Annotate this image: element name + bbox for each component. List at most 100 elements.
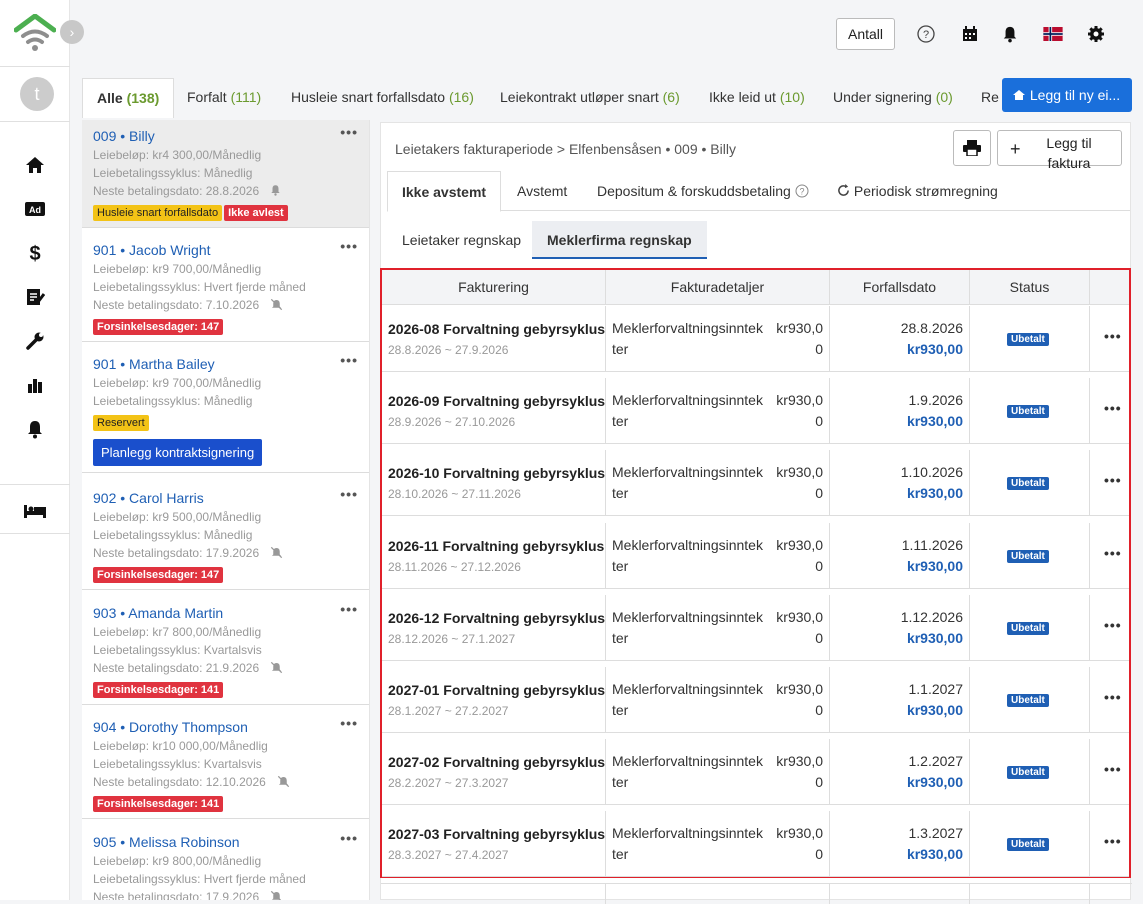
avatar[interactable]: t xyxy=(20,77,54,111)
invoice-period: 28.11.2026 ~ 27.12.2026 xyxy=(388,559,521,574)
more-options-icon[interactable]: ••• xyxy=(1104,689,1122,705)
invoice-cell: 2027-02 Forvaltning gebyrsyklus 28.2.2027… xyxy=(382,739,606,806)
logo-icon[interactable] xyxy=(13,13,57,52)
table-row[interactable]: 2026-11 Forvaltning gebyrsyklus 28.11.202… xyxy=(382,522,1129,589)
tenant-card[interactable]: 903 • Amanda Martin ••• Leiebeløp: kr7 800… xyxy=(82,597,369,705)
due-date: 1.1.2027 xyxy=(908,681,964,697)
dollar-icon[interactable]: $ xyxy=(22,240,48,266)
bed-icon[interactable] xyxy=(22,498,48,524)
tenant-name[interactable]: 901 • Jacob Wright xyxy=(93,240,359,260)
more-options-icon[interactable]: ••• xyxy=(340,486,358,502)
tab-alle[interactable]: Alle (138) xyxy=(82,78,175,118)
status-badge: Ubetalt xyxy=(1007,477,1049,491)
ad-icon[interactable]: Ad xyxy=(22,196,48,222)
tab-leiekontrakt-utloper[interactable]: Leiekontrakt utløper snart (6) xyxy=(500,78,680,118)
invoice-cell: 2026-12 Forvaltning gebyrsyklus 28.12.202… xyxy=(382,594,606,661)
tab-ikke-leid-ut[interactable]: Ikke leid ut (10) xyxy=(709,78,805,118)
add-invoice-button[interactable]: + Legg til faktura xyxy=(997,130,1122,171)
detail-amount-cont: 0 xyxy=(815,557,823,574)
tab-periodisk-stromregning[interactable]: Periodisk strømregning xyxy=(837,171,998,211)
details-cell: Meklerforvaltningsinntek ter kr930,0 0 xyxy=(606,450,830,517)
notification-bell-icon[interactable] xyxy=(1000,24,1020,44)
more-options-icon[interactable]: ••• xyxy=(340,238,358,254)
divider xyxy=(0,66,70,67)
more-options-icon[interactable]: ••• xyxy=(1104,617,1122,633)
gear-icon[interactable] xyxy=(1086,24,1106,44)
tab-meklerfirma-regnskap[interactable]: Meklerfirma regnskap xyxy=(532,221,707,259)
invoice-title: 2027-03 Forvaltning gebyrsyklus xyxy=(388,826,606,843)
due-cell: 1.11.2026 kr930,00 xyxy=(830,522,970,589)
print-button[interactable] xyxy=(953,130,991,166)
table-row[interactable]: 2026-10 Forvaltning gebyrsyklus 28.10.202… xyxy=(382,450,1129,517)
tenant-card[interactable]: 902 • Carol Harris ••• Leiebeløp: kr9 500,… xyxy=(82,482,369,590)
more-options-icon[interactable]: ••• xyxy=(340,124,358,140)
due-cell: 1.10.2026 kr930,00 xyxy=(830,450,970,517)
due-amount: kr930,00 xyxy=(906,629,963,646)
detail-label-cont: ter xyxy=(612,846,629,863)
due-date: 1.2.2027 xyxy=(908,753,964,770)
more-options-icon[interactable]: ••• xyxy=(340,830,358,846)
tenant-card[interactable]: 009 • Billy ••• Leiebeløp: kr4 300,00/Måne… xyxy=(82,120,369,228)
table-row[interactable]: 2027-01 Forvaltning gebyrsyklus 28.1.2027… xyxy=(382,667,1129,733)
due-cell: 1.12.2026 kr930,00 xyxy=(830,594,970,661)
antall-button[interactable]: Antall xyxy=(836,18,895,50)
more-options-icon[interactable]: ••• xyxy=(340,601,358,617)
tab-ikke-avstemt[interactable]: Ikke avstemt xyxy=(387,171,502,212)
tenant-card[interactable]: 905 • Melissa Robinson ••• Leiebeløp: kr9 … xyxy=(82,826,369,900)
add-new-tenant-button[interactable]: Legg til ny ei... xyxy=(1002,78,1132,112)
table-row[interactable]: 2026-12 Forvaltning gebyrsyklus 28.12.202… xyxy=(382,594,1129,661)
more-options-icon[interactable]: ••• xyxy=(1104,833,1122,849)
tab-depositum[interactable]: Depositum & forskuddsbetaling ? xyxy=(597,171,809,211)
due-cell: 1.3.2027 kr930,00 xyxy=(830,811,970,878)
table-row[interactable]: 2027-02 Forvaltning gebyrsyklus 28.2.2027… xyxy=(382,739,1129,806)
tab-count: (6) xyxy=(662,89,680,105)
bar-chart-icon[interactable] xyxy=(22,372,48,398)
more-options-icon[interactable]: ••• xyxy=(340,715,358,731)
tab-truncated[interactable]: Re xyxy=(981,78,999,118)
contract-icon[interactable] xyxy=(22,284,48,310)
more-options-icon[interactable]: ••• xyxy=(1104,400,1122,416)
tab-husleie-snart[interactable]: Husleie snart forfallsdato (16) xyxy=(291,78,474,118)
tenant-name[interactable]: 904 • Dorothy Thompson xyxy=(93,717,359,737)
more-options-icon[interactable]: ••• xyxy=(1104,328,1122,344)
tenant-name[interactable]: 903 • Amanda Martin xyxy=(93,603,359,623)
more-options-icon[interactable]: ••• xyxy=(1104,472,1122,488)
tenant-name[interactable]: 905 • Melissa Robinson xyxy=(93,832,359,852)
status-badge: Reservert xyxy=(93,415,149,431)
tenant-card[interactable]: 901 • Jacob Wright ••• Leiebeløp: kr9 700,… xyxy=(82,234,369,342)
more-options-icon[interactable]: ••• xyxy=(340,352,358,368)
invoice-period: 28.9.2026 ~ 27.10.2026 xyxy=(388,415,516,430)
divider xyxy=(0,484,70,485)
tab-avstemt[interactable]: Avstemt xyxy=(517,171,567,211)
detail-label-cont: ter xyxy=(612,341,629,357)
invoice-period: 28.12.2026 ~ 27.1.2027 xyxy=(388,631,516,646)
tenant-name-text: Carol Harris xyxy=(129,490,204,506)
tenant-card[interactable]: 904 • Dorothy Thompson ••• Leiebeløp: kr10… xyxy=(82,711,369,819)
tab-count: (138) xyxy=(126,90,160,106)
tab-forfalt[interactable]: Forfalt (111) xyxy=(187,78,261,118)
plan-contract-signing-button[interactable]: Planlegg kontraktsignering xyxy=(93,439,263,466)
table-row[interactable]: 2026-08 Forvaltning gebyrsyklus 28.8.2026… xyxy=(382,306,1129,372)
tenant-card[interactable]: 901 • Martha Bailey ••• Leiebeløp: kr9 700… xyxy=(82,348,369,473)
due-cell: 28.8.2026 kr930,00 xyxy=(830,306,970,372)
help-icon[interactable]: ? xyxy=(916,24,936,44)
tab-leietaker-regnskap[interactable]: Leietaker regnskap xyxy=(387,221,536,259)
home-icon[interactable] xyxy=(22,152,48,178)
invoice-period: 28.3.2027 ~ 27.4.2027 xyxy=(388,848,509,863)
table-row[interactable]: 2026-09 Forvaltning gebyrsyklus 28.9.2026… xyxy=(382,378,1129,445)
details-cell: Meklerforvaltningsinntek ter kr930,0 0 xyxy=(606,378,830,445)
table-row[interactable]: 2027-03 Forvaltning gebyrsyklus 28.3.2027… xyxy=(382,811,1129,878)
more-options-icon[interactable]: ••• xyxy=(1104,545,1122,561)
detail-label: Meklerforvaltningsinntek xyxy=(612,753,763,770)
norway-flag-icon[interactable] xyxy=(1043,24,1063,44)
detail-amount-cont: 0 xyxy=(815,413,823,430)
bell-off-icon xyxy=(271,890,282,900)
bell-icon[interactable] xyxy=(22,416,48,442)
tab-under-signering[interactable]: Under signering (0) xyxy=(833,78,953,118)
tenant-name[interactable]: 902 • Carol Harris xyxy=(93,488,359,508)
tenant-name[interactable]: 901 • Martha Bailey xyxy=(93,354,359,374)
tenant-name[interactable]: 009 • Billy xyxy=(93,126,359,146)
calendar-icon[interactable] xyxy=(960,24,980,44)
wrench-icon[interactable] xyxy=(22,328,48,354)
more-options-icon[interactable]: ••• xyxy=(1104,761,1122,777)
